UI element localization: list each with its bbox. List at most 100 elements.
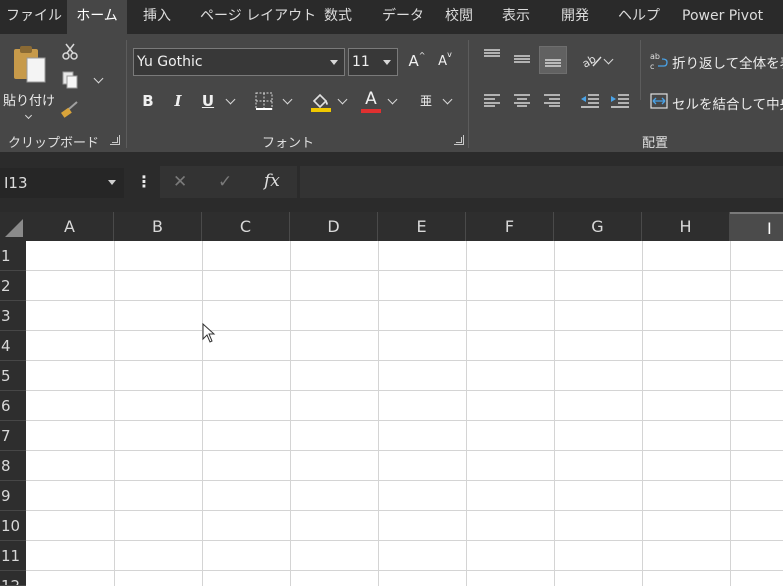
font-color-icon: A (365, 89, 377, 109)
align-right-icon[interactable] (543, 93, 561, 107)
cut-icon[interactable] (61, 43, 79, 61)
tab-power-pivot[interactable]: Power Pivot (682, 0, 763, 34)
ribbon: 貼り付け クリップボード Yu Gothic 11 A^ Av B I U A … (0, 34, 783, 152)
gridline (466, 241, 467, 586)
increase-font-size-button[interactable]: A^ (407, 51, 427, 70)
tab-file[interactable]: ファイル (6, 0, 62, 34)
column-headers: A B C D E F G H I (26, 212, 783, 241)
row-header[interactable]: 9 (0, 481, 26, 511)
gridline (26, 480, 783, 481)
copy-icon[interactable] (61, 71, 79, 89)
alignment-group-label: 配置 (642, 136, 669, 151)
svg-text:ab: ab (650, 52, 660, 61)
row-header[interactable]: 3 (0, 301, 26, 331)
enter-icon[interactable]: ✓ (218, 172, 232, 192)
cell-grid[interactable] (26, 241, 783, 586)
gridline (290, 241, 291, 586)
borders-icon[interactable] (255, 92, 273, 110)
font-color-dropdown-icon[interactable] (387, 94, 398, 105)
phonetic-guide-button[interactable]: 亜 (417, 92, 435, 109)
tab-data[interactable]: データ (382, 0, 424, 34)
column-header[interactable]: B (114, 212, 202, 241)
column-header[interactable]: F (466, 212, 554, 241)
insert-function-icon[interactable]: fx (264, 171, 280, 191)
name-box-value: I13 (4, 174, 28, 192)
gridline (26, 420, 783, 421)
wrap-text-button[interactable]: ab c 折り返して全体を表 (650, 50, 783, 72)
clipboard-launcher-icon[interactable] (110, 135, 120, 145)
font-launcher-icon[interactable] (454, 135, 464, 145)
tab-view[interactable]: 表示 (502, 0, 530, 34)
row-header[interactable]: 6 (0, 391, 26, 421)
font-size-combo[interactable]: 11 (348, 48, 398, 76)
decrease-font-size-button[interactable]: Av (435, 50, 455, 69)
font-name-dropdown-icon[interactable] (330, 60, 338, 65)
row-header[interactable]: 1 (0, 241, 26, 271)
fill-color-icon[interactable] (310, 91, 332, 113)
decrease-font-icon: A (438, 54, 448, 69)
gridline (26, 300, 783, 301)
phonetic-dropdown-icon[interactable] (442, 94, 453, 105)
font-size-dropdown-icon[interactable] (383, 60, 391, 65)
row-header[interactable]: 10 (0, 511, 26, 541)
column-header[interactable]: A (26, 212, 114, 241)
decrease-indent-icon[interactable] (580, 93, 600, 109)
tab-page-layout[interactable]: ページ レイアウト (200, 0, 316, 34)
underline-dropdown-icon[interactable] (225, 94, 236, 105)
select-all-button[interactable] (0, 212, 26, 241)
row-header[interactable]: 2 (0, 271, 26, 301)
name-box-dropdown-icon[interactable] (108, 180, 116, 185)
clipboard-group-label: クリップボード (8, 136, 100, 151)
column-header[interactable]: D (290, 212, 378, 241)
formula-bar-handle-icon[interactable]: ⋮ (136, 172, 152, 191)
column-header[interactable]: G (554, 212, 642, 241)
column-header-selected[interactable]: I (730, 212, 783, 241)
tab-formulas[interactable]: 数式 (324, 0, 352, 34)
merge-center-button[interactable]: セルを結合して中央 (650, 91, 783, 113)
align-left-icon[interactable] (483, 93, 501, 107)
row-header[interactable]: 4 (0, 331, 26, 361)
name-box[interactable]: I13 (0, 168, 124, 198)
align-bottom-icon (545, 59, 561, 67)
column-header[interactable]: C (202, 212, 290, 241)
gridline (114, 241, 115, 586)
orientation-dropdown-icon[interactable] (603, 54, 614, 65)
ribbon-separator (126, 40, 127, 148)
bold-button[interactable]: B (139, 92, 157, 110)
ribbon-separator (640, 40, 641, 100)
align-middle-icon[interactable] (513, 53, 531, 67)
tab-review[interactable]: 校閲 (445, 0, 473, 34)
row-header[interactable]: 11 (0, 541, 26, 571)
increase-indent-icon[interactable] (610, 93, 630, 109)
format-painter-icon[interactable] (61, 100, 79, 118)
column-header[interactable]: E (378, 212, 466, 241)
italic-button[interactable]: I (169, 92, 187, 110)
row-header[interactable]: 12 (0, 571, 26, 586)
tab-home[interactable]: ホーム (67, 0, 127, 34)
align-bottom-button[interactable] (539, 46, 567, 74)
row-header[interactable]: 7 (0, 421, 26, 451)
formula-input[interactable] (300, 166, 783, 198)
align-top-icon[interactable] (483, 49, 501, 63)
ribbon-separator (468, 40, 469, 148)
cancel-icon[interactable]: ✕ (173, 172, 187, 192)
align-center-icon[interactable] (513, 93, 531, 107)
paste-button[interactable]: 貼り付け (3, 42, 55, 120)
gridline (26, 450, 783, 451)
row-header[interactable]: 5 (0, 361, 26, 391)
orientation-icon[interactable]: ab (581, 51, 603, 69)
copy-dropdown-icon[interactable] (93, 73, 104, 84)
borders-dropdown-icon[interactable] (282, 94, 293, 105)
underline-button[interactable]: U (199, 92, 217, 110)
gridline (642, 241, 643, 586)
font-name-combo[interactable]: Yu Gothic (133, 48, 345, 76)
svg-text:c: c (650, 62, 654, 71)
row-header[interactable]: 8 (0, 451, 26, 481)
column-header[interactable]: H (642, 212, 730, 241)
paste-dropdown-icon[interactable] (24, 111, 33, 120)
font-color-button[interactable]: A (360, 89, 382, 113)
fill-color-dropdown-icon[interactable] (337, 94, 348, 105)
tab-help[interactable]: ヘルプ (618, 0, 660, 34)
tab-developer[interactable]: 開発 (561, 0, 589, 34)
tab-insert[interactable]: 挿入 (143, 0, 171, 34)
